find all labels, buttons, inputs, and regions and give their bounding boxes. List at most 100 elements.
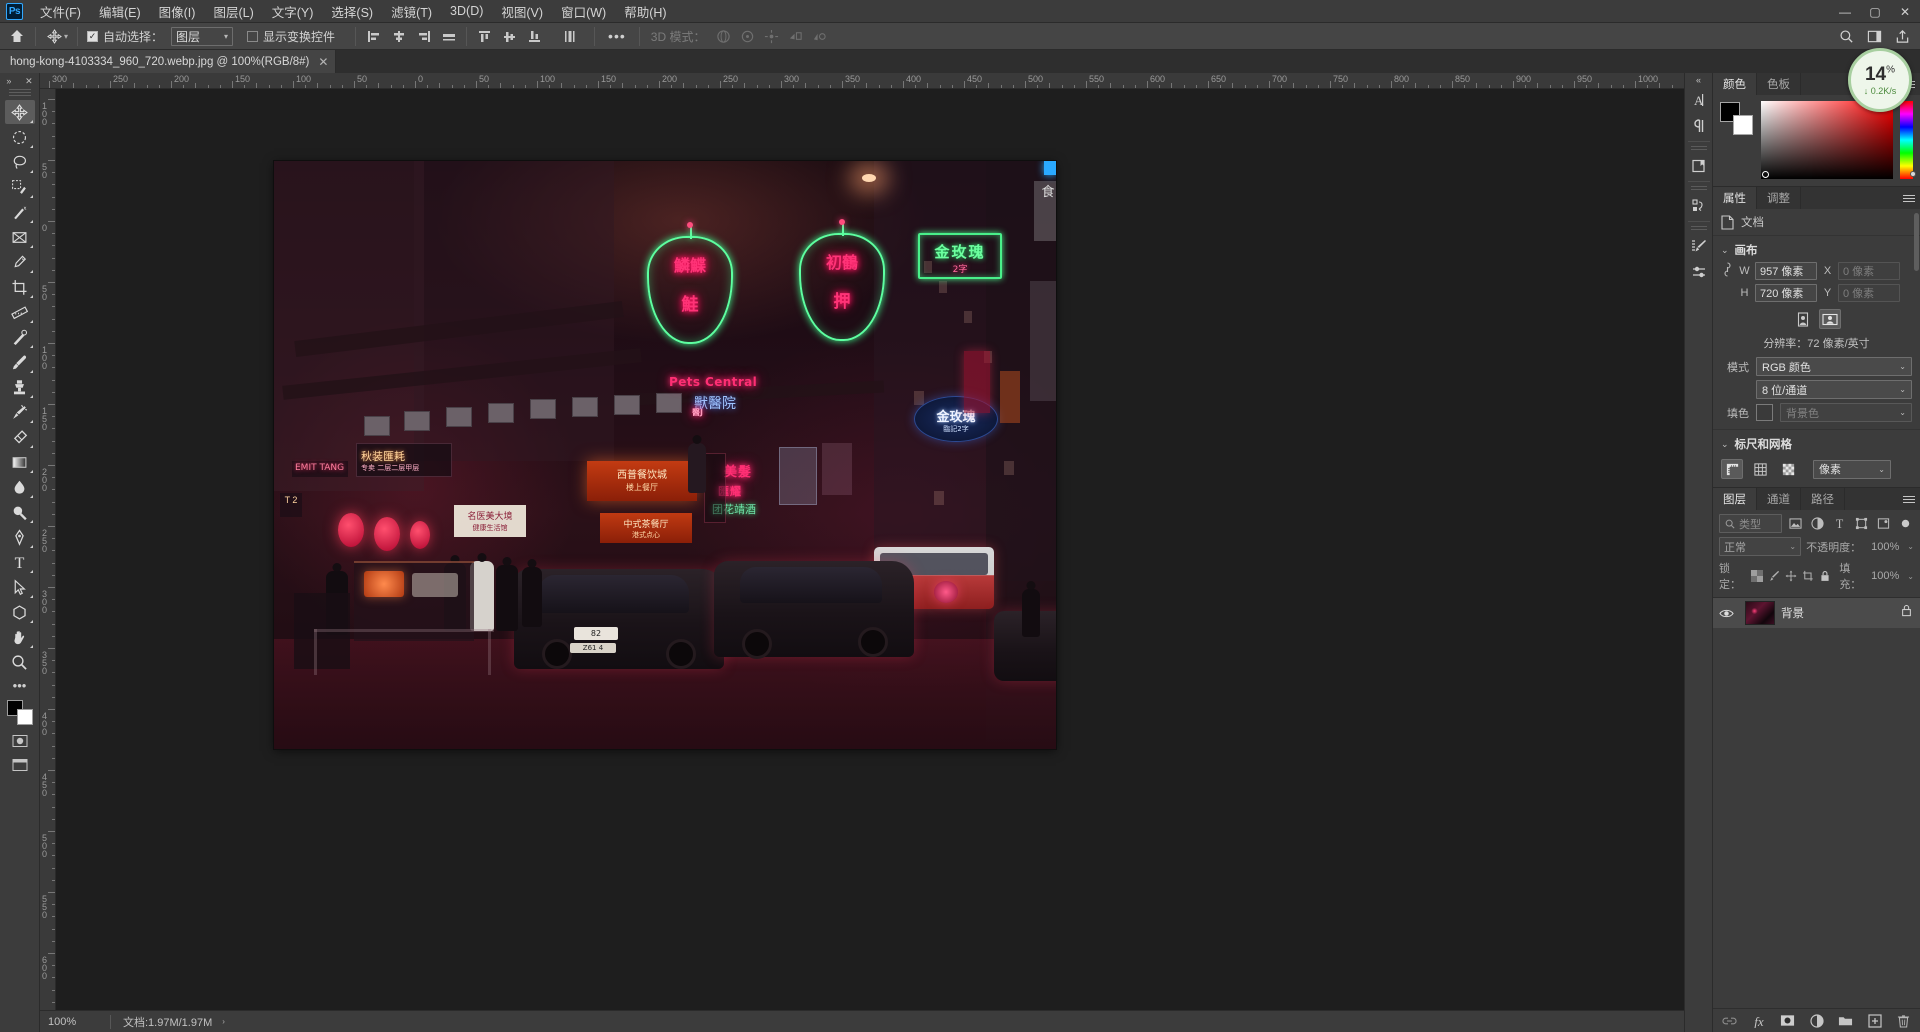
crop-tool[interactable] xyxy=(5,275,35,299)
lasso-tool[interactable] xyxy=(5,150,35,174)
bit-depth-dropdown[interactable]: 8 位/通道 ⌄ xyxy=(1756,380,1912,399)
shape-tool[interactable] xyxy=(5,600,35,624)
expand-tools-icon[interactable]: » xyxy=(6,76,11,86)
properties-panel-menu-icon[interactable] xyxy=(1903,187,1915,209)
lock-image-icon[interactable] xyxy=(1768,568,1780,584)
status-expand-icon[interactable]: › xyxy=(222,1017,225,1026)
height-input[interactable]: 720 像素 xyxy=(1755,284,1817,302)
more-tools-icon[interactable]: ••• xyxy=(13,675,27,695)
menu-file[interactable]: 文件(F) xyxy=(31,0,90,24)
horizontal-ruler[interactable]: 300 250 200 150 100 50 0 50 100 150 200 250 300 350 40… xyxy=(40,73,1684,89)
vertical-ruler[interactable]: 100 50 0 50 100 150 200 250 300 350 400 450 500 550 60… xyxy=(40,89,56,1010)
close-icon[interactable]: ✕ xyxy=(318,55,328,69)
hue-slider[interactable] xyxy=(1900,101,1916,179)
character-panel-icon[interactable]: A xyxy=(1687,87,1711,113)
lock-position-icon[interactable] xyxy=(1785,568,1797,584)
clone-stamp-tool[interactable] xyxy=(5,375,35,399)
auto-select-checkbox[interactable] xyxy=(87,30,99,42)
layer-style-icon[interactable]: fx xyxy=(1751,1013,1767,1029)
type-filter-icon[interactable]: T xyxy=(1830,514,1848,533)
link-layers-icon[interactable] xyxy=(1722,1013,1738,1029)
maximize-button[interactable]: ▢ xyxy=(1860,0,1890,23)
fill-color-swatch[interactable] xyxy=(1756,404,1773,421)
align-center-horizontal-icon[interactable] xyxy=(386,26,411,47)
workspace-icon[interactable] xyxy=(1860,25,1888,48)
color-panel-swatches[interactable] xyxy=(1720,102,1754,136)
auto-select-option[interactable]: 自动选择： xyxy=(87,28,163,45)
properties-scrollbar[interactable] xyxy=(1914,213,1919,271)
fill-stepper-icon[interactable]: ⌄ xyxy=(1907,572,1914,581)
3d-roll-icon[interactable] xyxy=(735,26,759,47)
3d-rotate-icon[interactable] xyxy=(711,26,735,47)
adjustment-layer-icon[interactable] xyxy=(1809,1013,1825,1029)
menu-window[interactable]: 窗口(W) xyxy=(552,0,615,24)
align-top-icon[interactable] xyxy=(472,26,497,47)
3d-drag-icon[interactable] xyxy=(759,26,783,47)
y-input[interactable]: 0 像素 xyxy=(1838,284,1900,302)
fill-value[interactable]: 100% xyxy=(1871,567,1902,585)
opacity-value[interactable]: 100% xyxy=(1866,538,1902,556)
move-tool[interactable] xyxy=(4,100,35,124)
image-filter-icon[interactable] xyxy=(1786,514,1804,533)
menu-image[interactable]: 图像(I) xyxy=(150,0,205,24)
width-input[interactable]: 957 像素 xyxy=(1755,262,1817,280)
opacity-stepper-icon[interactable]: ⌄ xyxy=(1907,542,1914,551)
gradient-tool[interactable] xyxy=(5,450,35,474)
dodge-tool[interactable] xyxy=(5,500,35,524)
layer-mask-icon[interactable] xyxy=(1780,1013,1796,1029)
ruler-units-dropdown[interactable]: 像素 ⌄ xyxy=(1813,459,1891,479)
brush-settings-icon[interactable] xyxy=(1687,233,1711,259)
artboard[interactable]: 鱗鰈 鮭 初鶴 押 金玫瑰 2字 Pets Central 獸醫院 醫J 金玫瑰… xyxy=(274,161,1056,749)
magic-wand-tool[interactable] xyxy=(5,200,35,224)
menu-help[interactable]: 帮助(H) xyxy=(615,0,675,24)
eraser-tool[interactable] xyxy=(5,425,35,449)
menu-type[interactable]: 文字(Y) xyxy=(263,0,323,24)
color-mode-dropdown[interactable]: RGB 颜色 ⌄ xyxy=(1756,357,1912,376)
new-layer-icon[interactable] xyxy=(1867,1013,1883,1029)
show-grid-button[interactable] xyxy=(1749,459,1771,479)
background-color-swatch[interactable] xyxy=(1733,115,1753,135)
menu-select[interactable]: 选择(S) xyxy=(322,0,382,24)
align-bottom-icon[interactable] xyxy=(522,26,547,47)
ruler-tool[interactable] xyxy=(5,300,35,324)
tool-preset-chevron-icon[interactable]: ▾ xyxy=(64,32,68,41)
history-brush-tool[interactable] xyxy=(5,400,35,424)
color-swatches[interactable] xyxy=(5,699,35,727)
auto-select-target-dropdown[interactable]: 图层 ▾ xyxy=(171,26,234,46)
fill-source-dropdown[interactable]: 背景色 ⌄ xyxy=(1780,403,1912,422)
align-right-icon[interactable] xyxy=(411,26,436,47)
menu-view[interactable]: 视图(V) xyxy=(492,0,552,24)
tab-layers[interactable]: 图层 xyxy=(1713,488,1757,510)
distribute-horizontal-icon[interactable] xyxy=(436,26,461,47)
screen-mode-icon[interactable] xyxy=(9,755,31,775)
adjustments-presets-icon[interactable] xyxy=(1687,259,1711,285)
close-tools-icon[interactable]: ✕ xyxy=(25,76,33,87)
lock-transparency-icon[interactable] xyxy=(1750,568,1763,584)
frame-tool[interactable] xyxy=(5,225,35,249)
marquee-tool[interactable] xyxy=(5,125,35,149)
quick-mask-icon[interactable] xyxy=(9,731,31,751)
tab-paths[interactable]: 路径 xyxy=(1801,488,1845,510)
layer-filter-dropdown[interactable]: 类型 xyxy=(1719,514,1782,533)
minimize-button[interactable]: — xyxy=(1830,0,1860,23)
rail-grip-3[interactable] xyxy=(1690,226,1707,232)
x-input[interactable]: 0 像素 xyxy=(1838,262,1900,280)
lock-artboard-icon[interactable] xyxy=(1802,568,1814,584)
show-transparency-grid-button[interactable] xyxy=(1777,459,1799,479)
landscape-orientation-button[interactable] xyxy=(1819,309,1841,329)
canvas-viewport[interactable]: 鱗鰈 鮭 初鶴 押 金玫瑰 2字 Pets Central 獸醫院 醫J 金玫瑰… xyxy=(56,89,1684,1010)
show-rulers-button[interactable] xyxy=(1721,459,1743,479)
type-tool[interactable]: T xyxy=(5,550,35,574)
rail-grip-2[interactable] xyxy=(1690,186,1707,192)
rail-grip-1[interactable] xyxy=(1690,146,1707,152)
actions-panel-icon[interactable] xyxy=(1687,193,1711,219)
pen-tool[interactable] xyxy=(5,525,35,549)
quick-selection-tool[interactable] xyxy=(5,175,35,199)
layer-row-background[interactable]: 背景 xyxy=(1713,598,1920,628)
layer-visibility-icon[interactable] xyxy=(1713,608,1739,619)
background-color-swatch[interactable] xyxy=(16,709,33,725)
tools-grip[interactable] xyxy=(8,89,31,97)
path-selection-tool[interactable] xyxy=(5,575,35,599)
color-field[interactable] xyxy=(1761,101,1893,179)
layer-name[interactable]: 背景 xyxy=(1781,605,1895,621)
